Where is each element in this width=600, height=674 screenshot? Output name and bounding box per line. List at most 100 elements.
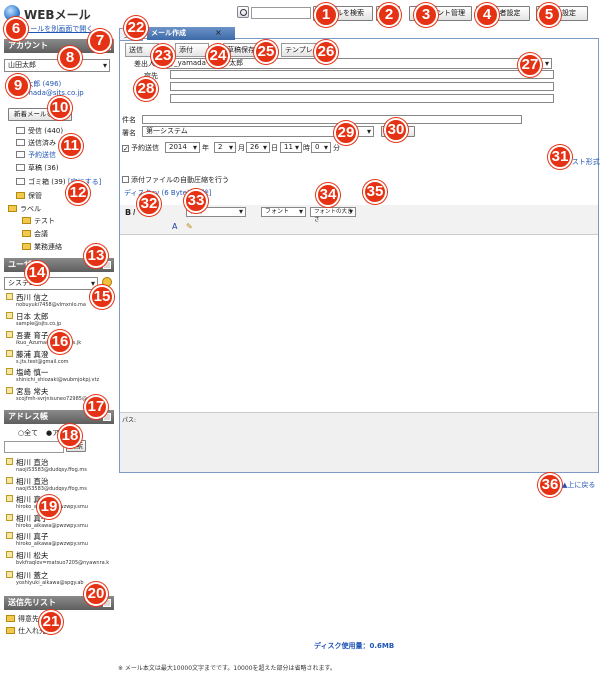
marker-29: 29	[334, 121, 358, 145]
marker-5: 5	[537, 3, 561, 27]
subject-field[interactable]	[142, 115, 522, 124]
tab-compose[interactable]: メール作成	[147, 27, 235, 40]
italic-icon[interactable]: I	[133, 208, 135, 217]
attach-button[interactable]: 添付	[175, 43, 209, 57]
editor-path-bar: パス:	[120, 412, 598, 472]
marker-22: 22	[124, 16, 148, 40]
label-business[interactable]: 業務連絡	[22, 242, 62, 253]
marker-20: 20	[84, 582, 108, 606]
folder-icon	[22, 243, 31, 250]
folder-inbox[interactable]: 受信 (440)	[16, 126, 63, 137]
marker-13: 13	[84, 244, 108, 268]
marker-30: 30	[384, 118, 408, 142]
marker-1: 1	[314, 3, 338, 27]
scheduled-icon	[16, 151, 25, 158]
month-unit: 月	[238, 144, 245, 152]
account-select[interactable]: 山田太郎	[4, 59, 110, 72]
address-item[interactable]: 相川 真子hiroko_aikawa@pwzwpy.smu	[6, 531, 114, 551]
user-item[interactable]: 日本 太郎 sample@sjts.co.jp	[6, 311, 114, 331]
marker-9: 9	[6, 74, 30, 98]
search-icon[interactable]	[237, 6, 249, 18]
marker-33: 33	[184, 189, 208, 213]
to-field[interactable]	[170, 70, 554, 79]
marker-17: 17	[84, 395, 108, 419]
font-size-select[interactable]: フォントの大きさ	[310, 207, 356, 223]
draft-icon	[16, 164, 25, 171]
marker-35: 35	[363, 180, 387, 204]
marker-11: 11	[59, 134, 83, 158]
back-to-top-link[interactable]: ▲上に戻る	[562, 480, 595, 490]
contact-icon	[6, 477, 13, 484]
marker-15: 15	[90, 285, 114, 309]
contact-icon	[6, 514, 13, 521]
inbox-icon	[16, 127, 25, 134]
body-limit-note: ※ メール本文は最大10000文字までです。10000を超えた部分は省略されます…	[118, 665, 336, 672]
cc-field[interactable]	[170, 82, 554, 91]
label-test[interactable]: テスト	[22, 216, 55, 227]
close-tab-icon[interactable]: ×	[215, 28, 222, 37]
address-item[interactable]: 相川 真子hiroko_aikawa@pwzwpy.smu	[6, 513, 114, 533]
schedule-toggle[interactable]: 予約送信	[122, 143, 159, 153]
marker-31: 31	[548, 145, 572, 169]
minute-select[interactable]: 0	[311, 142, 331, 153]
user-icon	[6, 350, 13, 357]
message-editor[interactable]	[120, 236, 598, 410]
minute-unit: 分	[333, 144, 340, 152]
user-icon	[6, 293, 13, 300]
marker-6: 6	[4, 17, 28, 41]
marker-21: 21	[39, 610, 63, 634]
schedule-checkbox[interactable]	[122, 145, 129, 152]
marker-12: 12	[66, 181, 90, 205]
contact-icon	[6, 458, 13, 465]
marker-10: 10	[48, 96, 72, 120]
send-list-item[interactable]: 得意先	[6, 614, 39, 625]
folder-archive[interactable]: 保管	[16, 191, 42, 202]
marker-14: 14	[25, 261, 49, 285]
text-color-icon[interactable]: A	[172, 222, 177, 231]
marker-19: 19	[37, 495, 61, 519]
label-meeting[interactable]: 会議	[22, 229, 48, 240]
marker-26: 26	[314, 40, 338, 64]
folder-open-icon	[8, 205, 17, 212]
marker-8: 8	[58, 46, 82, 70]
address-item[interactable]: 相川 松夫 bvkfraqlov=matsuo7205@nyawnra.k	[6, 550, 114, 570]
user-group-select[interactable]: システム部	[4, 277, 98, 290]
auto-compress-checkbox[interactable]	[122, 176, 129, 183]
contact-icon	[6, 495, 13, 502]
filter-all-radio[interactable]: ○全て	[18, 428, 38, 438]
font-select[interactable]: フォント	[261, 207, 306, 217]
folder-sent[interactable]: 送信済み	[16, 138, 56, 149]
disk-usage: ディスク使用量：0.6MB	[314, 642, 395, 650]
marker-32: 32	[137, 192, 161, 216]
address-item[interactable]: 相川 直治 naoji53583@dudqsy.ffog.ms	[6, 476, 114, 496]
folder-drafts[interactable]: 草稿 (36)	[16, 163, 59, 174]
search-input[interactable]	[251, 7, 311, 19]
address-search-input[interactable]	[4, 441, 64, 453]
user-icon	[6, 312, 13, 319]
contact-icon	[6, 551, 13, 558]
contact-icon	[6, 532, 13, 539]
auto-compress-toggle[interactable]: 添付ファイルの自動圧縮を行う	[122, 175, 229, 185]
marker-7: 7	[88, 29, 112, 53]
marker-4: 4	[475, 3, 499, 27]
address-item[interactable]: 相川 直治 naoji53583@dudqsy.ffog.ms	[6, 457, 114, 477]
folder-labels[interactable]: ラベル	[8, 204, 41, 215]
trash-icon	[16, 178, 25, 185]
marker-16: 16	[48, 330, 72, 354]
month-select[interactable]: 2	[214, 142, 236, 153]
bcc-field[interactable]	[170, 94, 554, 103]
highlight-icon[interactable]: ✎	[186, 222, 193, 231]
folder-scheduled[interactable]: 予約送信	[16, 150, 56, 161]
marker-34: 34	[316, 183, 340, 207]
marker-27: 27	[518, 53, 542, 77]
hour-select[interactable]: 11	[280, 142, 302, 153]
sent-icon	[16, 139, 25, 146]
list-icon	[6, 627, 15, 634]
marker-3: 3	[414, 3, 438, 27]
bold-icon[interactable]: B	[125, 208, 131, 217]
marker-23: 23	[151, 44, 175, 68]
year-select[interactable]: 2014	[165, 142, 200, 153]
user-item[interactable]: 塩崎 慎一 shinichi_shiozaki@wubmjokpj.vtz	[6, 367, 114, 387]
user-icon	[6, 387, 13, 394]
day-select[interactable]: 26	[246, 142, 270, 153]
